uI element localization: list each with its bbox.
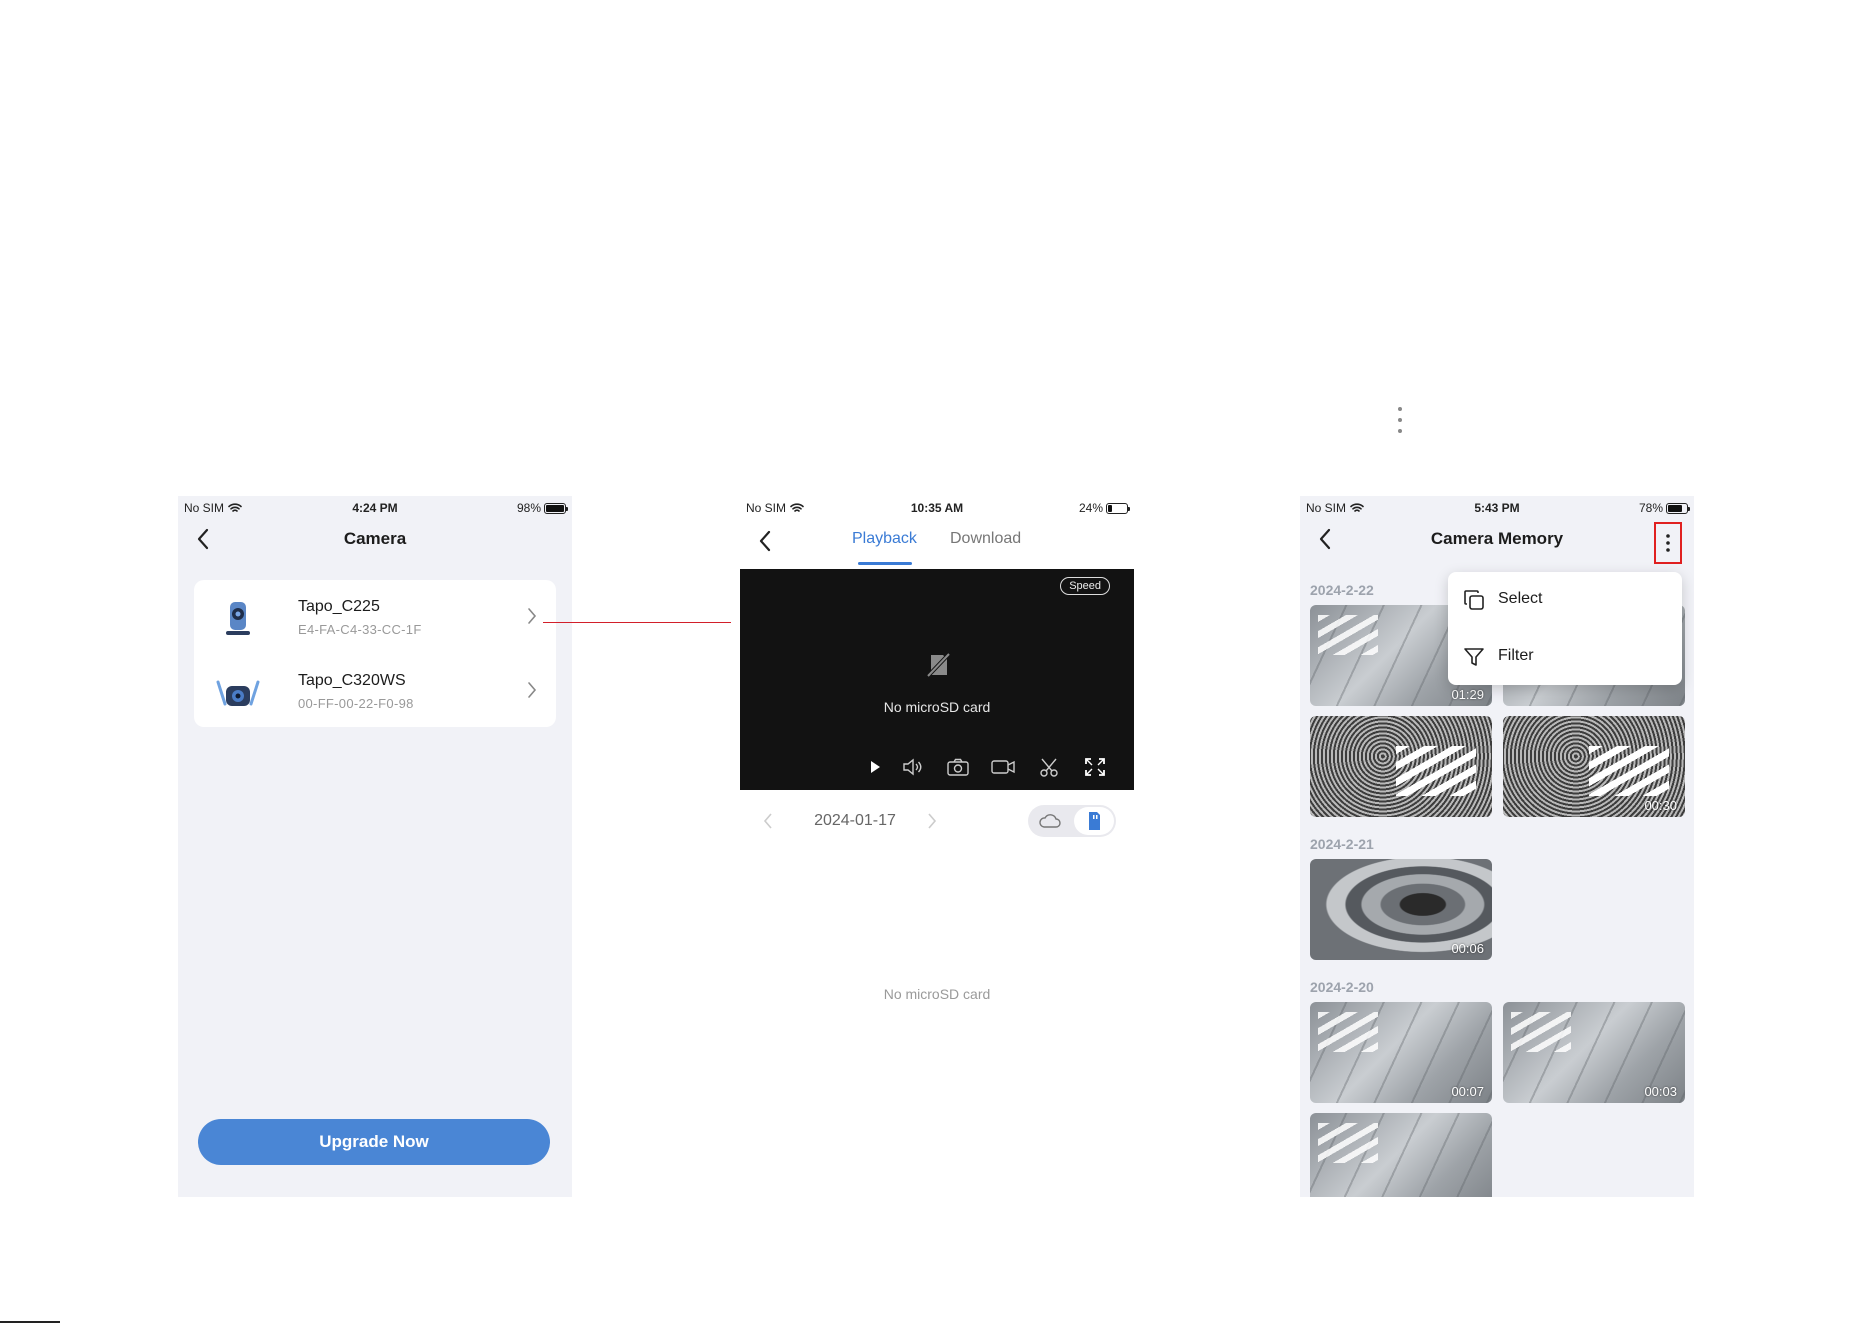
video-thumbnail[interactable]: 00:07	[1310, 1002, 1492, 1103]
fullscreen-icon[interactable]	[1082, 755, 1108, 779]
record-icon[interactable]	[990, 755, 1016, 779]
camera-list-screen: No SIM 4:24 PM 98% Camera Tapo_C225 E4-F…	[178, 496, 572, 1197]
date-group-header: 2024-2-20	[1310, 979, 1374, 995]
next-date-icon[interactable]	[926, 811, 938, 831]
date-group-header: 2024-2-21	[1310, 836, 1374, 852]
clip-duration: 00:06	[1451, 941, 1484, 956]
active-tab-indicator	[858, 562, 912, 565]
tab-download[interactable]: Download	[950, 530, 1021, 548]
clock: 5:43 PM	[1474, 501, 1520, 515]
camera-c320ws-icon	[216, 680, 260, 706]
video-thumbnail[interactable]	[1310, 716, 1492, 817]
more-options-button[interactable]	[1654, 522, 1682, 564]
filter-icon	[1464, 648, 1484, 666]
video-thumbnail[interactable]: 00:06	[1310, 859, 1492, 960]
status-bar: No SIM 4:24 PM 98%	[178, 496, 572, 518]
video-thumbnail[interactable]: 00:30	[1503, 716, 1685, 817]
copy-select-icon	[1464, 590, 1484, 610]
menu-item-label: Select	[1498, 590, 1543, 607]
clip-duration: 00:30	[1644, 798, 1677, 813]
play-icon[interactable]	[862, 755, 888, 779]
menu-item-filter[interactable]: Filter	[1448, 629, 1682, 685]
camera-memory-screen: No SIM 5:43 PM 78% Camera Memory 2024-2-…	[1300, 496, 1694, 1197]
date-label[interactable]: 2024-01-17	[800, 812, 910, 830]
video-player[interactable]: Speed No microSD card	[740, 569, 1134, 790]
tab-playback[interactable]: Playback	[852, 530, 917, 548]
battery-icon	[1666, 502, 1690, 514]
storage-toggle[interactable]	[1028, 805, 1116, 837]
device-item-tapo-c225[interactable]: Tapo_C225 E4-FA-C4-33-CC-1F	[194, 580, 556, 653]
clip-duration: 00:03	[1644, 1084, 1677, 1099]
video-thumbnail[interactable]	[1310, 1113, 1492, 1197]
video-thumbnail[interactable]: 00:03	[1503, 1002, 1685, 1103]
battery-percent: 24%	[1078, 501, 1103, 515]
chevron-right-icon	[528, 682, 537, 698]
toggle-knob	[1074, 807, 1114, 835]
more-vertical-icon	[1666, 534, 1670, 552]
battery-percent: 78%	[1638, 501, 1663, 515]
clock: 10:35 AM	[910, 501, 964, 515]
device-mac: 00-FF-00-22-F0-98	[298, 696, 414, 711]
device-name: Tapo_C225	[298, 598, 380, 615]
playback-screen: No SIM 10:35 AM 24% Playback Download Sp…	[740, 496, 1134, 1197]
device-list: Tapo_C225 E4-FA-C4-33-CC-1F Tapo_C320WS …	[194, 580, 556, 727]
speed-button[interactable]: Speed	[1060, 577, 1110, 595]
empty-state-message: No microSD card	[883, 986, 991, 1002]
clock: 4:24 PM	[352, 501, 398, 515]
upgrade-now-button[interactable]: Upgrade Now	[198, 1119, 550, 1165]
player-message: No microSD card	[883, 699, 991, 715]
clip-duration: 00:07	[1451, 1084, 1484, 1099]
chevron-right-icon	[528, 608, 537, 624]
camera-snapshot-icon[interactable]	[945, 755, 971, 779]
sd-card-icon[interactable]	[1086, 811, 1102, 831]
status-bar: No SIM 10:35 AM 24%	[740, 496, 1134, 518]
page-title: Camera	[343, 529, 407, 548]
scissors-icon[interactable]	[1036, 755, 1062, 779]
battery-icon	[1106, 502, 1130, 514]
cloud-icon[interactable]	[1038, 812, 1062, 830]
connector-line	[543, 622, 731, 623]
speaker-icon[interactable]	[900, 755, 926, 779]
battery-percent: 98%	[516, 501, 541, 515]
date-group-header: 2024-2-22	[1310, 582, 1374, 598]
battery-icon	[544, 502, 568, 514]
camera-c225-icon	[226, 602, 250, 635]
no-sd-card-icon	[926, 652, 951, 678]
device-mac: E4-FA-C4-33-CC-1F	[298, 622, 422, 637]
playback-tabs: Playback Download	[740, 530, 1134, 560]
device-item-tapo-c320ws[interactable]: Tapo_C320WS 00-FF-00-22-F0-98	[194, 654, 556, 727]
page-title: Camera Memory	[1430, 529, 1564, 548]
options-menu: Select Filter	[1448, 572, 1682, 685]
menu-item-label: Filter	[1498, 647, 1534, 664]
device-name: Tapo_C320WS	[298, 672, 406, 689]
divider	[0, 1321, 60, 1323]
menu-item-select[interactable]: Select	[1448, 572, 1682, 628]
status-bar: No SIM 5:43 PM 78%	[1300, 496, 1694, 518]
more-vertical-icon	[1398, 407, 1402, 433]
date-selector: 2024-01-17	[740, 801, 1134, 841]
clip-duration: 01:29	[1451, 687, 1484, 702]
previous-date-icon[interactable]	[762, 811, 774, 831]
